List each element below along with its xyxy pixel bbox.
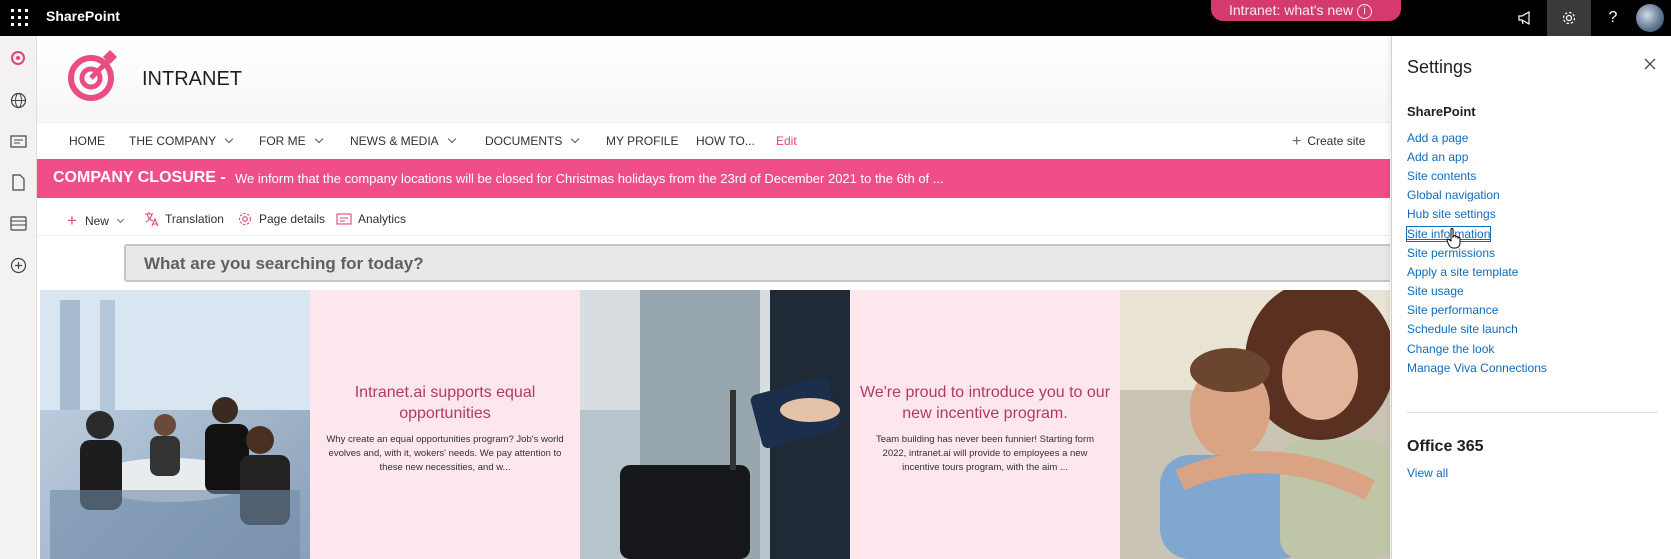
site-header: INTRANET xyxy=(37,36,1390,122)
site-navigation: HOME THE COMPANY FOR ME NEWS & MEDIA DOC… xyxy=(37,122,1390,157)
home-target-icon[interactable] xyxy=(10,49,27,66)
nav-item-label: HOW TO... xyxy=(696,134,755,148)
nav-item-home[interactable]: HOME xyxy=(69,134,105,148)
megaphone-icon[interactable] xyxy=(1503,0,1547,36)
settings-gear-icon[interactable] xyxy=(1547,0,1591,36)
nav-item-label: THE COMPANY xyxy=(129,134,217,148)
nav-item-for-me[interactable]: FOR ME xyxy=(259,134,323,148)
team-meeting-photo[interactable] xyxy=(40,290,310,559)
whats-new-label: Intranet: what's new xyxy=(1229,2,1354,18)
gear-icon xyxy=(238,212,252,226)
settings-title: Settings xyxy=(1407,57,1473,77)
nav-item-label: DOCUMENTS xyxy=(485,134,563,148)
nav-item-my-profile[interactable]: MY PROFILE xyxy=(606,134,678,148)
sharepoint-section-heading: SharePoint xyxy=(1407,104,1476,119)
settings-link-hub-site-settings[interactable]: Hub site settings xyxy=(1407,207,1496,221)
article-title: Intranet.ai supports equal opportunities xyxy=(354,384,536,422)
site-title[interactable]: INTRANET xyxy=(142,68,242,91)
nav-item-label: HOME xyxy=(69,134,105,148)
news-icon[interactable] xyxy=(10,133,27,150)
banner-message: We inform that the company locations wil… xyxy=(235,171,944,186)
settings-panel: Settings SharePoint Add a page Add an ap… xyxy=(1391,36,1671,559)
settings-link-site-performance[interactable]: Site performance xyxy=(1407,303,1498,317)
nav-item-the-company[interactable]: THE COMPANY xyxy=(129,134,234,148)
settings-link-schedule-site-launch[interactable]: Schedule site launch xyxy=(1407,322,1518,336)
avatar[interactable] xyxy=(1636,4,1664,32)
close-icon[interactable] xyxy=(1643,57,1657,71)
new-button[interactable]: + New xyxy=(67,211,124,231)
chevron-down-icon xyxy=(116,215,124,224)
translation-icon xyxy=(145,212,159,227)
settings-link-apply-site-template[interactable]: Apply a site template xyxy=(1407,265,1518,279)
command-bar: + New Translation Page details Analytics xyxy=(37,200,1390,236)
settings-link-manage-viva-connections[interactable]: Manage Viva Connections xyxy=(1407,361,1547,375)
announcement-banner[interactable]: COMPANY CLOSURE - We inform that the com… xyxy=(37,159,1390,198)
nav-item-how-to[interactable]: HOW TO... xyxy=(696,134,755,148)
settings-link-add-app[interactable]: Add an app xyxy=(1407,150,1468,164)
nav-item-label: NEWS & MEDIA xyxy=(350,134,439,148)
nav-item-documents[interactable]: DOCUMENTS xyxy=(485,134,580,148)
app-rail xyxy=(0,36,37,559)
office-section-heading: Office 365 xyxy=(1407,438,1484,455)
settings-link-site-contents[interactable]: Site contents xyxy=(1407,169,1476,183)
traveler-luggage-photo[interactable] xyxy=(580,290,850,559)
add-circle-icon[interactable] xyxy=(10,257,27,274)
settings-link-change-the-look[interactable]: Change the look xyxy=(1407,342,1494,356)
info-icon: i xyxy=(1357,4,1373,19)
list-icon[interactable] xyxy=(10,215,27,232)
app-brand[interactable]: SharePoint xyxy=(46,8,120,24)
waffle-icon[interactable] xyxy=(10,8,30,28)
article-title: We're proud to introduce you to our new … xyxy=(860,384,1111,422)
search-input[interactable]: What are you searching for today? xyxy=(124,244,1390,282)
chevron-down-icon xyxy=(224,134,234,144)
plus-icon: + xyxy=(1292,133,1302,150)
page-details-label: Page details xyxy=(259,212,326,226)
page-details-button[interactable]: Page details xyxy=(237,211,325,227)
globe-icon[interactable] xyxy=(10,92,27,109)
happy-couple-photo[interactable] xyxy=(1120,290,1390,559)
chevron-down-icon xyxy=(571,134,580,144)
translation-button[interactable]: Translation xyxy=(143,211,224,227)
create-site-label: Create site xyxy=(1307,134,1366,148)
divider xyxy=(1407,412,1658,413)
article-excerpt: Why create an equal opportunities progra… xyxy=(326,434,564,473)
banner-label: COMPANY CLOSURE - xyxy=(53,169,226,186)
nav-item-news-media[interactable]: NEWS & MEDIA xyxy=(350,134,456,148)
site-logo-icon[interactable] xyxy=(67,49,119,102)
whats-new-button[interactable]: Intranet: what's new i xyxy=(1211,0,1401,21)
create-site-button[interactable]: + Create site xyxy=(1292,133,1365,151)
settings-link-global-navigation[interactable]: Global navigation xyxy=(1407,188,1500,202)
suite-bar: SharePoint Intranet: what's new i ? xyxy=(0,0,1671,36)
settings-link-add-page[interactable]: Add a page xyxy=(1407,131,1468,145)
nav-item-label: FOR ME xyxy=(259,134,306,148)
hand-cursor-icon xyxy=(1446,227,1462,249)
chevron-down-icon xyxy=(447,134,456,144)
edit-nav-link[interactable]: Edit xyxy=(776,134,797,148)
settings-link-site-usage[interactable]: Site usage xyxy=(1407,284,1464,298)
search-placeholder: What are you searching for today? xyxy=(144,254,424,273)
document-icon[interactable] xyxy=(10,174,27,191)
nav-item-label: MY PROFILE xyxy=(606,134,679,148)
translation-label: Translation xyxy=(165,212,224,226)
help-icon[interactable]: ? xyxy=(1591,0,1635,36)
analytics-label: Analytics xyxy=(358,212,407,226)
analytics-icon xyxy=(336,213,352,225)
settings-link-view-all[interactable]: View all xyxy=(1407,466,1448,480)
article-excerpt: Team building has never been funnier! St… xyxy=(875,434,1095,473)
new-label: New xyxy=(84,214,109,228)
article-card-incentive-program[interactable]: We're proud to introduce you to our new … xyxy=(850,290,1120,559)
chevron-down-icon xyxy=(314,134,323,144)
article-card-equal-opportunities[interactable]: Intranet.ai supports equal opportunities… xyxy=(310,290,580,559)
plus-icon: + xyxy=(67,211,77,230)
analytics-button[interactable]: Analytics xyxy=(336,211,406,227)
